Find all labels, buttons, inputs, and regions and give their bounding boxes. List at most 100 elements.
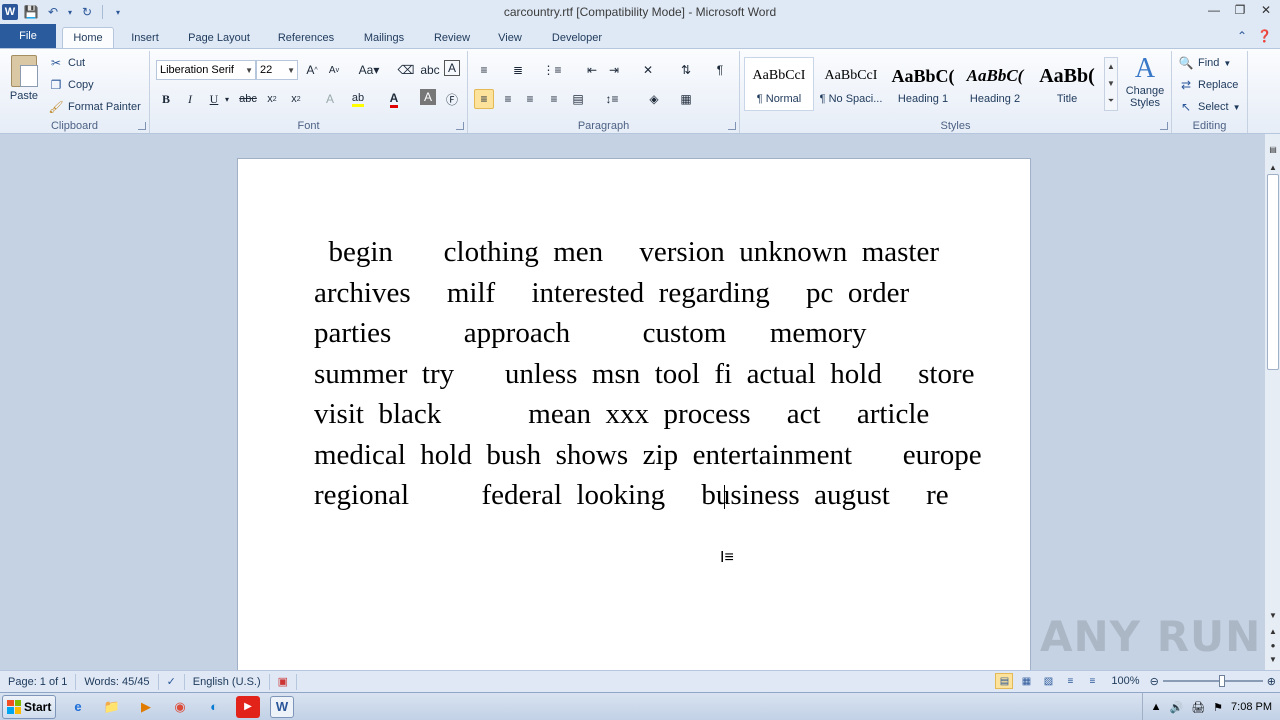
superscript-icon[interactable]: x2: [286, 89, 306, 109]
scroll-up-icon[interactable]: ▲: [1107, 62, 1115, 71]
show-formatting-marks-icon[interactable]: ¶: [710, 60, 730, 80]
tab-mailings[interactable]: Mailings: [354, 27, 414, 48]
language[interactable]: English (U.S.): [185, 673, 270, 690]
text-line[interactable]: medical hold bush shows zip entertainmen…: [314, 435, 982, 476]
copy-button[interactable]: ❐ Copy: [48, 75, 94, 95]
grow-font-icon[interactable]: A ^: [302, 60, 322, 80]
edge-icon[interactable]: ◐: [202, 696, 226, 718]
document-body[interactable]: begin clothing men version unknown maste…: [314, 232, 982, 516]
save-icon[interactable]: 💾: [22, 3, 40, 21]
start-button[interactable]: Start: [2, 694, 56, 719]
outline-icon[interactable]: ≡: [1061, 673, 1079, 689]
font-name-combo[interactable]: Liberation Serif ▼: [156, 60, 256, 80]
web-layout-icon[interactable]: ▧: [1039, 673, 1057, 689]
select-button[interactable]: ↖ Select ▼: [1178, 97, 1241, 117]
paste-button[interactable]: Paste: [6, 55, 42, 113]
styles-scroll[interactable]: ▲ ▼ ⏷: [1104, 57, 1118, 111]
tab-view[interactable]: View: [490, 27, 530, 48]
shrink-font-icon[interactable]: Av: [324, 60, 344, 80]
strikethrough-icon[interactable]: abc: [238, 89, 258, 109]
shading-icon[interactable]: ◈: [644, 89, 664, 109]
line-spacing-icon[interactable]: ↕≡: [602, 89, 622, 109]
redo-icon[interactable]: ↻: [78, 3, 96, 21]
file-explorer-icon[interactable]: 📁: [100, 696, 124, 718]
word-taskbar-icon[interactable]: W: [270, 695, 294, 718]
ruler-toggle-icon[interactable]: ▤: [1266, 142, 1280, 156]
minimize-ribbon-icon[interactable]: ⌃: [1237, 29, 1247, 43]
bold-icon[interactable]: B: [156, 89, 176, 109]
restore-icon[interactable]: ❐: [1230, 2, 1250, 18]
customize-qa-icon[interactable]: ▾: [109, 3, 127, 21]
tab-developer[interactable]: Developer: [542, 27, 612, 48]
help-icon[interactable]: ❓: [1257, 29, 1272, 43]
vertical-scrollbar[interactable]: ▤ ▲ ▼ ▲ ● ▼: [1264, 134, 1280, 670]
close-icon[interactable]: ✕: [1256, 2, 1276, 18]
multilevel-list-icon[interactable]: ⋮≡: [542, 60, 562, 80]
scroll-up-icon[interactable]: ▲: [1266, 160, 1280, 174]
style-normal[interactable]: AaBbCcI ¶ Normal: [744, 57, 814, 111]
change-case-icon[interactable]: Aa▾: [356, 60, 382, 80]
undo-icon[interactable]: ↶: [44, 3, 62, 21]
volume-icon[interactable]: 🔊: [1169, 701, 1183, 714]
previous-page-icon[interactable]: ▲: [1266, 624, 1280, 638]
minimize-icon[interactable]: —: [1204, 2, 1224, 18]
media-player-icon[interactable]: ▶: [134, 696, 158, 718]
next-page-icon[interactable]: ▼: [1266, 652, 1280, 666]
scroll-down-icon[interactable]: ▼: [1266, 608, 1280, 622]
justify-icon[interactable]: ≡: [544, 89, 564, 109]
text-line[interactable]: regional federal looking business august…: [314, 475, 954, 516]
enclose-characters-icon[interactable]: Ⓕ: [442, 89, 462, 109]
zoom-slider-thumb[interactable]: [1218, 675, 1225, 687]
style-no-spacing[interactable]: AaBbCcI ¶ No Spaci...: [816, 57, 886, 111]
find-button[interactable]: 🔍 Find ▼: [1178, 53, 1232, 73]
highlight-icon[interactable]: ab: [348, 89, 368, 109]
style-title[interactable]: AaBb( Title: [1032, 57, 1102, 111]
scroll-down-icon[interactable]: ▼: [1107, 79, 1115, 88]
network-icon[interactable]: 🖨: [1191, 701, 1205, 714]
chrome-icon[interactable]: ◉: [168, 696, 192, 718]
zoom-out-icon[interactable]: ⊖: [1150, 675, 1159, 688]
clear-formatting-icon[interactable]: ⌫: [396, 60, 416, 80]
style-heading-2[interactable]: AaBbC( Heading 2: [960, 57, 1030, 111]
phonetic-guide-icon[interactable]: abc: [420, 60, 440, 80]
clipboard-launcher-icon[interactable]: [138, 122, 146, 130]
format-painter-button[interactable]: 🖌 Format Painter: [48, 97, 140, 117]
tab-page-layout[interactable]: Page Layout: [180, 27, 258, 48]
clock[interactable]: 7:08 PM: [1231, 701, 1272, 713]
bullets-icon[interactable]: ≡: [474, 60, 494, 80]
align-right-icon[interactable]: ≡: [520, 89, 540, 109]
browse-object-icon[interactable]: ●: [1266, 638, 1280, 652]
distributed-icon[interactable]: ▤: [568, 89, 588, 109]
word-count[interactable]: Words: 45/45: [76, 673, 159, 690]
paragraph-launcher-icon[interactable]: [728, 122, 736, 130]
document-page[interactable]: begin clothing men version unknown maste…: [237, 158, 1031, 678]
increase-indent-icon[interactable]: ⇥: [604, 60, 624, 80]
more-styles-icon[interactable]: ⏷: [1108, 96, 1114, 106]
change-styles-button[interactable]: A Change Styles: [1122, 53, 1168, 115]
tab-insert[interactable]: Insert: [122, 27, 168, 48]
character-border-icon[interactable]: A: [444, 60, 460, 76]
page-count[interactable]: Page: 1 of 1: [0, 673, 77, 690]
font-size-combo[interactable]: 22 ▼: [256, 60, 298, 80]
subscript-icon[interactable]: x2: [262, 89, 282, 109]
underline-icon[interactable]: U: [204, 89, 224, 109]
text-line[interactable]: archives milf interested regarding pc or…: [314, 273, 954, 314]
anyrun-app-icon[interactable]: ▶: [236, 695, 260, 718]
word-logo-icon[interactable]: W: [2, 4, 18, 20]
cut-button[interactable]: ✂ Cut: [48, 53, 85, 73]
underline-dropdown-icon[interactable]: ▾: [222, 89, 232, 109]
print-layout-icon[interactable]: ▤: [995, 673, 1014, 689]
text-line[interactable]: parties approach custom memory: [314, 313, 954, 354]
tab-references[interactable]: References: [270, 27, 342, 48]
action-center-flag-icon[interactable]: ⚑: [1213, 701, 1223, 714]
text-line[interactable]: visit black mean xxx process act article: [314, 394, 954, 435]
tab-file[interactable]: File: [0, 24, 56, 48]
borders-icon[interactable]: ▦: [676, 89, 696, 109]
align-left-icon[interactable]: ≡: [474, 89, 494, 109]
tab-home[interactable]: Home: [62, 27, 114, 48]
text-line[interactable]: summer try unless msn tool fi actual hol…: [314, 354, 974, 395]
zoom-level[interactable]: 100%: [1111, 675, 1139, 687]
styles-launcher-icon[interactable]: [1160, 122, 1168, 130]
sort-icon[interactable]: ⇅: [676, 60, 696, 80]
asian-layout-icon[interactable]: ✕: [638, 60, 658, 80]
